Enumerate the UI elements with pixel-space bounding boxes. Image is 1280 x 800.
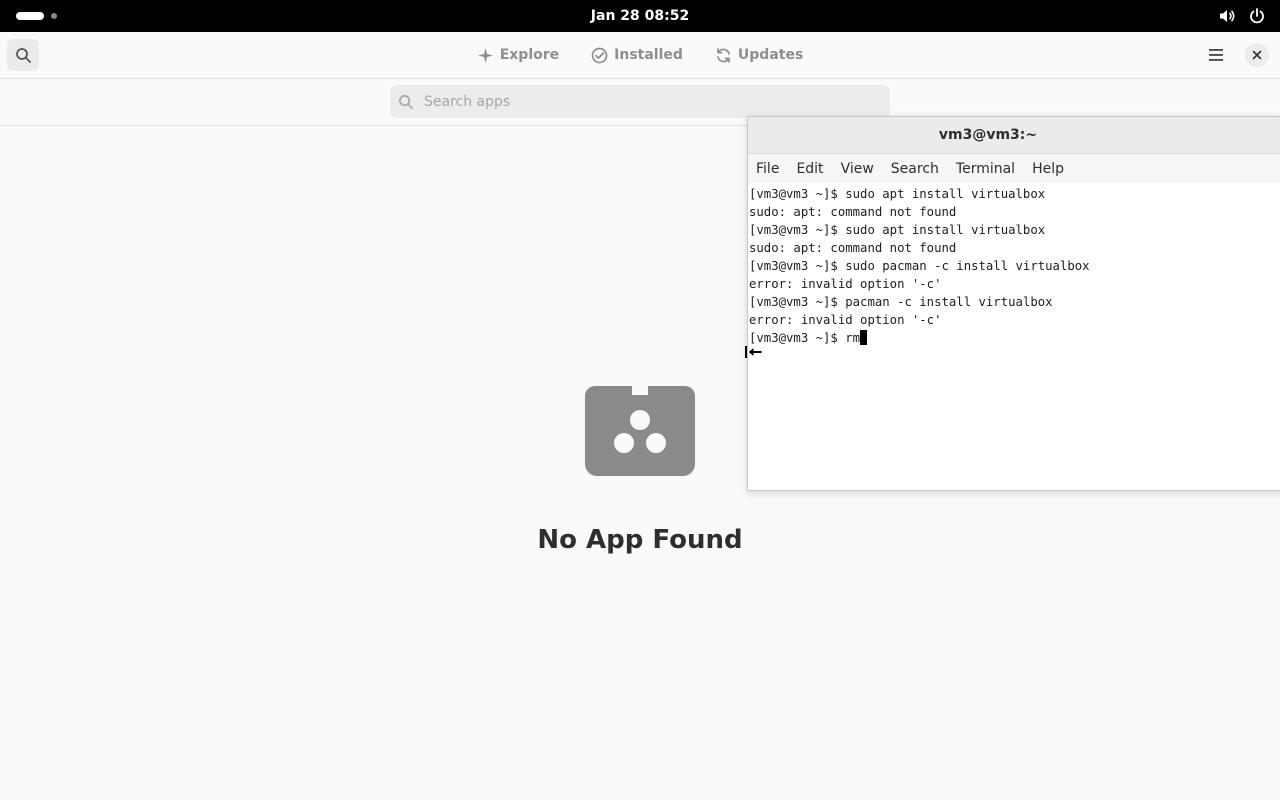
tab-explore-label: Explore xyxy=(499,47,560,63)
empty-state-title: No App Found xyxy=(537,525,743,555)
sparkle-icon xyxy=(477,47,493,63)
tab-explore[interactable]: Explore xyxy=(465,41,571,70)
close-icon xyxy=(1252,50,1262,60)
window-close-button[interactable] xyxy=(1245,43,1269,67)
workspace-active-pill xyxy=(16,12,44,20)
menu-help[interactable]: Help xyxy=(1032,161,1064,177)
hamburger-icon xyxy=(1209,49,1223,61)
tab-installed[interactable]: Installed xyxy=(579,41,695,70)
menu-terminal[interactable]: Terminal xyxy=(956,161,1015,177)
terminal-menu-bar: File Edit View Search Terminal Help xyxy=(748,154,1280,183)
tab-updates[interactable]: Updates xyxy=(703,41,815,70)
terminal-line: [vm3@vm3 ~]$ sudo apt install virtualbox xyxy=(749,187,1046,201)
main-menu-button[interactable] xyxy=(1200,39,1232,71)
terminal-line: sudo: apt: command not found xyxy=(749,205,957,219)
resize-cursor-icon xyxy=(744,344,764,360)
terminal-prompt: [vm3@vm3 ~]$ xyxy=(749,331,846,345)
terminal-line: [vm3@vm3 ~]$ pacman -c install virtualbo… xyxy=(749,295,1053,309)
search-box[interactable] xyxy=(390,85,890,118)
terminal-line: [vm3@vm3 ~]$ sudo pacman -c install virt… xyxy=(749,259,1090,273)
terminal-title-bar[interactable]: vm3@vm3:~ xyxy=(748,117,1280,154)
terminal-title: vm3@vm3:~ xyxy=(938,127,1038,143)
menu-edit[interactable]: Edit xyxy=(796,161,823,177)
volume-icon[interactable] xyxy=(1218,7,1236,25)
power-icon[interactable] xyxy=(1248,7,1266,25)
search-toggle-button[interactable] xyxy=(7,39,39,71)
system-tray[interactable] xyxy=(1218,7,1266,25)
menu-file[interactable]: File xyxy=(756,161,779,177)
system-top-bar: Jan 28 08:52 xyxy=(0,0,1280,32)
check-circle-icon xyxy=(591,47,608,63)
view-switcher: Explore Installed Updates xyxy=(0,32,1280,78)
workspace-dot xyxy=(51,13,57,19)
refresh-icon xyxy=(717,47,730,63)
search-icon xyxy=(15,47,31,63)
terminal-line: error: invalid option '-c' xyxy=(749,313,942,327)
terminal-line: error: invalid option '-c' xyxy=(749,277,942,291)
software-header-bar: Explore Installed Updates xyxy=(0,32,1280,79)
terminal-line: [vm3@vm3 ~]$ sudo apt install virtualbox xyxy=(749,223,1046,237)
shopping-bag-icon xyxy=(583,370,697,478)
tab-updates-label: Updates xyxy=(737,47,804,63)
tab-installed-label: Installed xyxy=(614,47,683,63)
terminal-window[interactable]: vm3@vm3:~ File Edit View Search Terminal… xyxy=(747,116,1280,491)
activities-indicator[interactable] xyxy=(16,12,57,20)
terminal-output[interactable]: [vm3@vm3 ~]$ sudo apt install virtualbox… xyxy=(748,183,1280,347)
menu-view[interactable]: View xyxy=(841,161,874,177)
terminal-prompt-line[interactable]: [vm3@vm3 ~]$ rm xyxy=(749,329,1280,347)
terminal-line: sudo: apt: command not found xyxy=(749,241,957,255)
terminal-current-input[interactable]: rm xyxy=(845,331,860,345)
search-icon xyxy=(399,94,413,109)
menu-search[interactable]: Search xyxy=(891,161,939,177)
clock-datetime[interactable]: Jan 28 08:52 xyxy=(591,8,689,24)
search-input[interactable] xyxy=(422,92,862,111)
text-cursor xyxy=(860,330,868,345)
